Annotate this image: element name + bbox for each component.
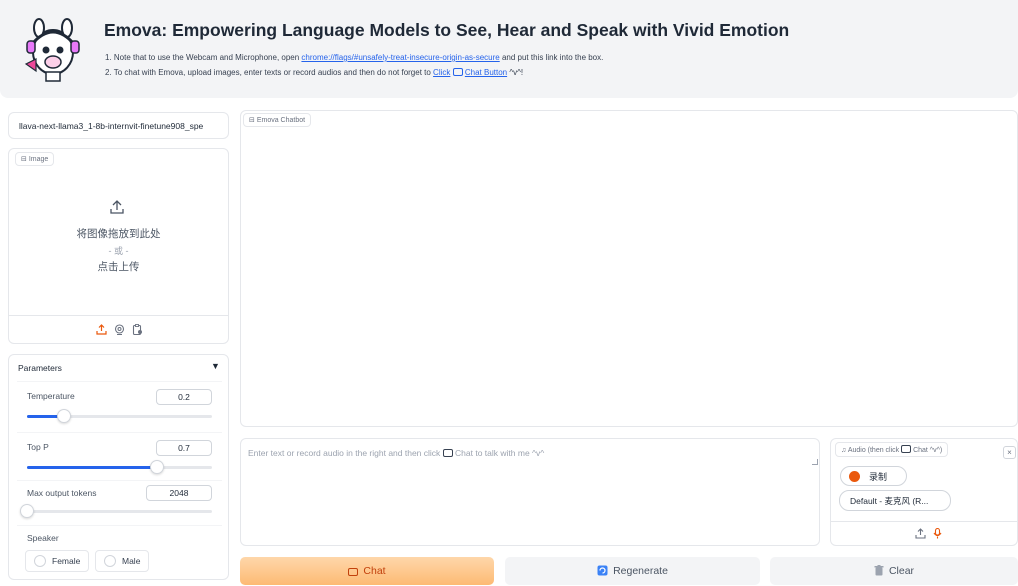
chatbot-label-text: Emova Chatbot: [256, 117, 306, 124]
trash-icon: [874, 565, 884, 576]
slider-thumb[interactable]: [57, 409, 71, 423]
slider-thumb[interactable]: [20, 504, 34, 518]
chat-bubble-icon: [348, 568, 359, 576]
parameters-title: Parameters: [18, 363, 62, 373]
top-p-label: Top P: [27, 442, 49, 452]
speaker-male-radio[interactable]: Male: [95, 550, 150, 572]
clear-button[interactable]: Clear: [770, 557, 1018, 585]
temperature-slider[interactable]: [27, 409, 212, 423]
microphone-dropdown[interactable]: Default - 麦克风 (R...: [839, 490, 951, 511]
clipboard-icon[interactable]: [132, 324, 143, 335]
chat-button-link[interactable]: Chat Button: [465, 68, 507, 77]
or-text: - 或 -: [108, 246, 129, 256]
upload-source-icon[interactable]: [915, 528, 926, 539]
image-label: ⊟ Image: [15, 152, 55, 166]
audio-input-panel: ♫ Audio (then click Chat ^v^) × 录制 Defau…: [830, 438, 1018, 546]
model-dropdown[interactable]: llava-next-llama3_1-8b-internvit-finetun…: [8, 112, 229, 139]
record-dot-icon: [849, 471, 860, 482]
image-label-text: Image: [28, 156, 49, 163]
audio-label-text: Audio (then click: [847, 447, 902, 454]
click-link[interactable]: Click: [433, 68, 450, 77]
slider-fill: [27, 466, 157, 469]
microphone-icon[interactable]: [932, 528, 943, 539]
chat-bubble-icon: [442, 449, 453, 457]
webcam-icon[interactable]: [114, 324, 125, 335]
note-text: 2. To chat with Emova, upload images, en…: [105, 68, 434, 77]
image-upload-panel[interactable]: ⊟ Image 将图像拖放到此处 - 或 - 点击上传: [8, 148, 229, 344]
max-tokens-control: Max output tokens 2048: [17, 480, 222, 522]
upload-source-icon[interactable]: [96, 324, 107, 335]
note-text: 1. Note that to use the Webcam and Micro…: [105, 53, 302, 62]
max-tokens-slider[interactable]: [20, 504, 212, 518]
radio-circle: [104, 555, 116, 567]
regenerate-icon: [597, 565, 608, 576]
temperature-input[interactable]: 0.2: [156, 389, 212, 405]
record-button[interactable]: 录制: [840, 466, 907, 486]
temperature-control: Temperature 0.2: [17, 381, 222, 425]
page-title: Emova: Empowering Language Models to See…: [104, 20, 790, 40]
temperature-label: Temperature: [27, 391, 75, 401]
record-label: 录制: [869, 472, 888, 482]
max-tokens-input[interactable]: 2048: [146, 485, 212, 501]
message-input[interactable]: Enter text or record audio in the right …: [240, 438, 820, 546]
webcam-note: 1. Note that to use the Webcam and Micro…: [105, 53, 603, 62]
radio-label: Female: [52, 556, 81, 566]
audio-label-text: Chat ^v^): [911, 447, 943, 454]
chrome-flags-link[interactable]: chrome://flags/#unsafely-treat-insecure-…: [301, 53, 499, 62]
collapse-caret-icon[interactable]: ▼: [211, 361, 220, 371]
placeholder-text: Enter text or record audio in the right …: [248, 448, 443, 458]
note-text: and put this link into the box.: [499, 53, 604, 62]
note-text: ^v^!: [507, 68, 524, 77]
image-source-toolbar: [9, 315, 228, 343]
chat-bubble-icon: [901, 445, 912, 453]
llama-logo-icon: [24, 18, 80, 82]
placeholder-text: Chat to talk with me ^v^: [452, 448, 545, 458]
header-banner: Emova: Empowering Language Models to See…: [0, 0, 1018, 98]
audio-label: ♫ Audio (then click Chat ^v^): [835, 442, 949, 457]
max-tokens-label: Max output tokens: [27, 488, 97, 498]
radio-label: Male: [122, 556, 141, 566]
regenerate-button-label: Regenerate: [613, 565, 668, 577]
upload-icon: [110, 200, 124, 214]
chatbot-label: ⊟ Emova Chatbot: [243, 113, 312, 127]
top-p-input[interactable]: 0.7: [156, 440, 212, 456]
chat-bubble-icon: [452, 68, 463, 76]
chat-button[interactable]: Chat: [240, 557, 494, 585]
drop-image-text: 将图像拖放到此处: [76, 228, 161, 240]
close-icon[interactable]: ×: [1003, 446, 1016, 459]
resize-handle[interactable]: [812, 459, 818, 465]
top-p-slider[interactable]: [27, 460, 212, 474]
chatbot-panel: ⊟ Emova Chatbot: [240, 110, 1018, 427]
audio-source-toolbar: [831, 521, 1017, 545]
clear-button-label: Clear: [888, 565, 915, 577]
top-p-control: Top P 0.7: [17, 432, 222, 476]
chat-note: 2. To chat with Emova, upload images, en…: [105, 68, 523, 77]
parameters-panel: Parameters ▼ Temperature 0.2 Top P 0.7 M…: [8, 354, 229, 580]
click-upload-text: 点击上传: [97, 261, 140, 273]
speaker-label: Speaker: [27, 533, 59, 543]
slider-thumb[interactable]: [149, 460, 164, 474]
chat-button-label: Chat: [363, 565, 386, 577]
radio-circle: [34, 555, 46, 567]
speaker-female-radio[interactable]: Female: [25, 550, 90, 572]
regenerate-button[interactable]: Regenerate: [505, 557, 760, 585]
